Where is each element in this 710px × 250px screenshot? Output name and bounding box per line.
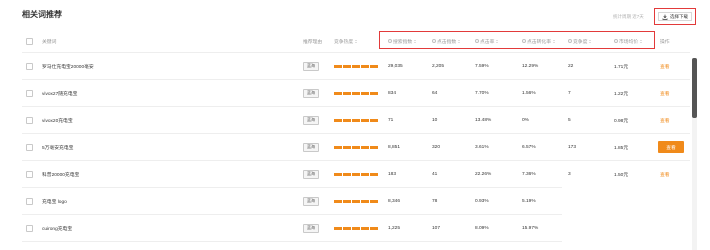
ctr-cell: 8.09% xyxy=(475,225,489,231)
keyword-cell: cuirong充电宝 xyxy=(42,226,73,232)
col-recommend: 推荐理由 xyxy=(303,39,323,45)
ctr-cell: 7.59% xyxy=(475,63,489,69)
table-row: vivox20充电宝 蓝海 71 10 13.48% 0% 5 0.98元 查看 xyxy=(22,107,690,134)
row-checkbox[interactable] xyxy=(26,143,33,151)
search-index-cell: 834 xyxy=(388,90,397,96)
keyword-cell: vivox20充电宝 xyxy=(42,118,73,124)
metric-columns-highlight xyxy=(379,31,655,49)
competition-bar xyxy=(334,199,378,203)
view-link[interactable]: 查看 xyxy=(660,107,670,133)
table-row: vivox27随充电宝 蓝海 834 64 7.70% 1.56% 7 1.22元 查看 xyxy=(22,80,690,107)
ctr-cell: 13.48% xyxy=(475,117,492,123)
conversion-cell: 6.57% xyxy=(522,144,536,150)
keyword-cell: 5万毫安充电宝 xyxy=(42,145,74,151)
competition-bar xyxy=(334,145,378,149)
competitor-count-cell: 3 xyxy=(568,171,571,177)
col-keyword: 关键词 xyxy=(42,39,57,45)
competitor-count-cell: 22 xyxy=(568,63,574,69)
page-title: 相关词推荐 xyxy=(22,10,62,19)
conversion-cell: 15.97% xyxy=(522,225,539,231)
download-icon xyxy=(662,14,668,20)
avg-price-cell: 1.71元 xyxy=(614,64,629,70)
row-checkbox[interactable] xyxy=(26,170,33,178)
ctr-cell: 22.26% xyxy=(475,171,492,177)
table-row: 5万毫安充电宝 蓝海 8,851 320 3.61% 6.57% 173 1.85元 查看 xyxy=(22,134,690,161)
overlay-cover xyxy=(562,186,692,250)
col-competition[interactable]: 竞争热度 xyxy=(334,30,358,52)
row-checkbox[interactable] xyxy=(26,62,33,70)
recommend-badge: 蓝海 xyxy=(303,223,319,233)
click-index-cell: 320 xyxy=(432,144,441,150)
click-index-cell: 41 xyxy=(432,171,438,177)
ctr-cell: 3.61% xyxy=(475,144,489,150)
download-label: 选择下载 xyxy=(670,13,688,19)
ctr-cell: 7.70% xyxy=(475,90,489,96)
stat-period-hint: 统计周期 近7天 xyxy=(613,14,644,19)
search-index-cell: 71 xyxy=(388,117,394,123)
competition-bar xyxy=(334,172,378,176)
row-checkbox[interactable] xyxy=(26,197,33,205)
search-index-cell: 8,346 xyxy=(388,198,401,204)
table-row: 科普20000充电宝 蓝海 183 41 22.26% 7.36% 3 1.50元 查看 xyxy=(22,161,690,188)
search-index-cell: 183 xyxy=(388,171,397,177)
keyword-cell: 罗马仕充电宝20000毫安 xyxy=(42,64,94,70)
competition-bar xyxy=(334,226,378,230)
view-button[interactable]: 查看 xyxy=(658,141,684,153)
row-checkbox[interactable] xyxy=(26,224,33,232)
competitor-count-cell: 7 xyxy=(568,90,571,96)
row-checkbox[interactable] xyxy=(26,116,33,124)
recommend-badge: 蓝海 xyxy=(303,115,319,125)
conversion-cell: 12.29% xyxy=(522,63,539,69)
competition-bar xyxy=(334,118,378,122)
conversion-cell: 0% xyxy=(522,117,529,123)
conversion-cell: 1.56% xyxy=(522,90,536,96)
recommend-badge: 蓝海 xyxy=(303,61,319,71)
sort-icon xyxy=(355,39,358,43)
competition-bar xyxy=(334,64,378,68)
table-row: 罗马仕充电宝20000毫安 蓝海 29,035 2,205 7.59% 12.29% 22 1… xyxy=(22,53,690,80)
recommend-badge: 蓝海 xyxy=(303,169,319,179)
click-index-cell: 2,205 xyxy=(432,63,445,69)
avg-price-cell: 1.50元 xyxy=(614,172,629,178)
conversion-cell: 7.36% xyxy=(522,171,536,177)
competition-bar xyxy=(334,91,378,95)
search-index-cell: 1,225 xyxy=(388,225,401,231)
keyword-cell: 充电宝 logo xyxy=(42,199,67,205)
avg-price-cell: 1.22元 xyxy=(614,91,629,97)
view-link[interactable]: 查看 xyxy=(660,161,670,187)
view-link[interactable]: 查看 xyxy=(660,80,670,106)
download-button[interactable]: 选择下载 xyxy=(658,12,692,21)
download-highlight-box: 选择下载 xyxy=(654,8,696,25)
avg-price-cell: 1.85元 xyxy=(614,145,629,151)
search-index-cell: 8,851 xyxy=(388,144,401,150)
view-link[interactable]: 查看 xyxy=(660,53,670,79)
select-all-checkbox[interactable] xyxy=(26,37,33,45)
ctr-cell: 0.93% xyxy=(475,198,489,204)
click-index-cell: 107 xyxy=(432,225,441,231)
row-checkbox[interactable] xyxy=(26,89,33,97)
recommend-badge: 蓝海 xyxy=(303,142,319,152)
vertical-scrollbar[interactable] xyxy=(692,58,697,250)
keyword-cell: 科普20000充电宝 xyxy=(42,172,80,178)
recommend-badge: 蓝海 xyxy=(303,88,319,98)
search-index-cell: 29,035 xyxy=(388,63,403,69)
scrollbar-thumb[interactable] xyxy=(692,58,697,118)
click-index-cell: 10 xyxy=(432,117,438,123)
avg-price-cell: 0.98元 xyxy=(614,118,629,124)
recommend-badge: 蓝海 xyxy=(303,196,319,206)
competitor-count-cell: 5 xyxy=(568,117,571,123)
keyword-cell: vivox27随充电宝 xyxy=(42,91,78,97)
click-index-cell: 78 xyxy=(432,198,438,204)
click-index-cell: 64 xyxy=(432,90,438,96)
col-action: 操作 xyxy=(660,39,670,45)
conversion-cell: 5.19% xyxy=(522,198,536,204)
competitor-count-cell: 173 xyxy=(568,144,577,150)
